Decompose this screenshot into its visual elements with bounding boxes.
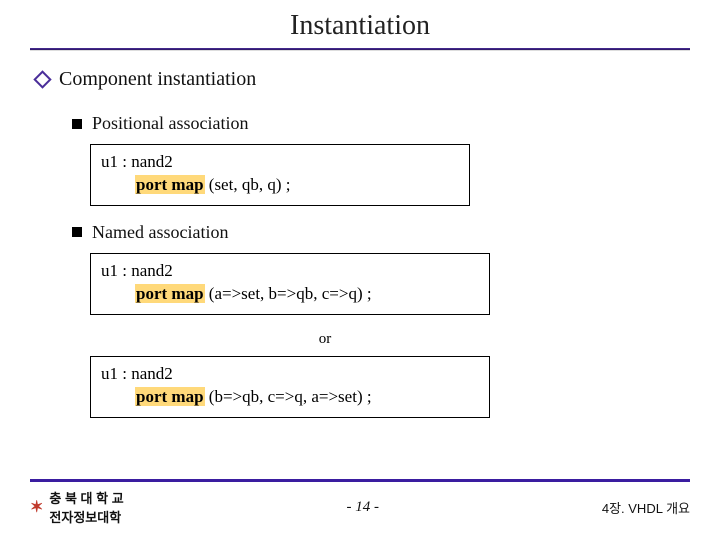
h1-text: Component instantiation (59, 68, 256, 91)
footer-org-line2: 전자정보대학 (49, 507, 123, 526)
square-icon (72, 119, 82, 129)
content: Component instantiation Positional assoc… (30, 68, 690, 418)
keyword-port-map: port map (135, 387, 205, 406)
code-rest: (a=>set, b=>qb, c=>q) ; (205, 284, 372, 303)
code-rest: (set, qb, q) ; (205, 175, 291, 194)
bullet-level2-positional: Positional association (72, 113, 690, 134)
code-box-positional: u1 : nand2 port map (set, qb, q) ; (90, 144, 470, 206)
named-label: Named association (92, 222, 228, 243)
diamond-icon (33, 70, 51, 88)
footer-chapter: 4장. VHDL 개요 (602, 498, 690, 517)
footer-left: ✶ 충 북 대 학 교 전자정보대학 (30, 488, 124, 526)
or-separator: or (90, 331, 560, 348)
keyword-port-map: port map (135, 284, 205, 303)
code-line: port map (a=>set, b=>qb, c=>q) ; (101, 283, 479, 306)
bullet-level1: Component instantiation (36, 68, 690, 91)
positional-label: Positional association (92, 113, 249, 134)
footer-page-number: - 14 - (347, 499, 380, 516)
bullet-level2-named: Named association (72, 222, 690, 243)
code-line: port map (b=>qb, c=>q, a=>set) ; (101, 386, 479, 409)
code-box-named-1: u1 : nand2 port map (a=>set, b=>qb, c=>q… (90, 253, 490, 315)
footer-org-line1: 충 북 대 학 교 (49, 488, 123, 507)
code-line: port map (set, qb, q) ; (101, 174, 459, 197)
footer-rule (30, 479, 690, 482)
code-line: u1 : nand2 (101, 363, 479, 386)
footer-row: ✶ 충 북 대 학 교 전자정보대학 - 14 - 4장. VHDL 개요 (30, 488, 690, 526)
footer: ✶ 충 북 대 학 교 전자정보대학 - 14 - 4장. VHDL 개요 (30, 479, 690, 526)
code-box-named-2: u1 : nand2 port map (b=>qb, c=>q, a=>set… (90, 356, 490, 418)
title-wrap: Instantiation (30, 10, 690, 50)
bg-brand-text: System LSI (402, 424, 692, 484)
slide-root: System LSI Instantiation Component insta… (0, 0, 720, 540)
code-line: u1 : nand2 (101, 151, 459, 174)
code-line: u1 : nand2 (101, 260, 479, 283)
keyword-port-map: port map (135, 175, 205, 194)
code-rest: (b=>qb, c=>q, a=>set) ; (205, 387, 372, 406)
slide-title: Instantiation (290, 10, 430, 42)
square-icon (72, 227, 82, 237)
title-rule (30, 48, 690, 50)
star-icon: ✶ (30, 497, 43, 517)
